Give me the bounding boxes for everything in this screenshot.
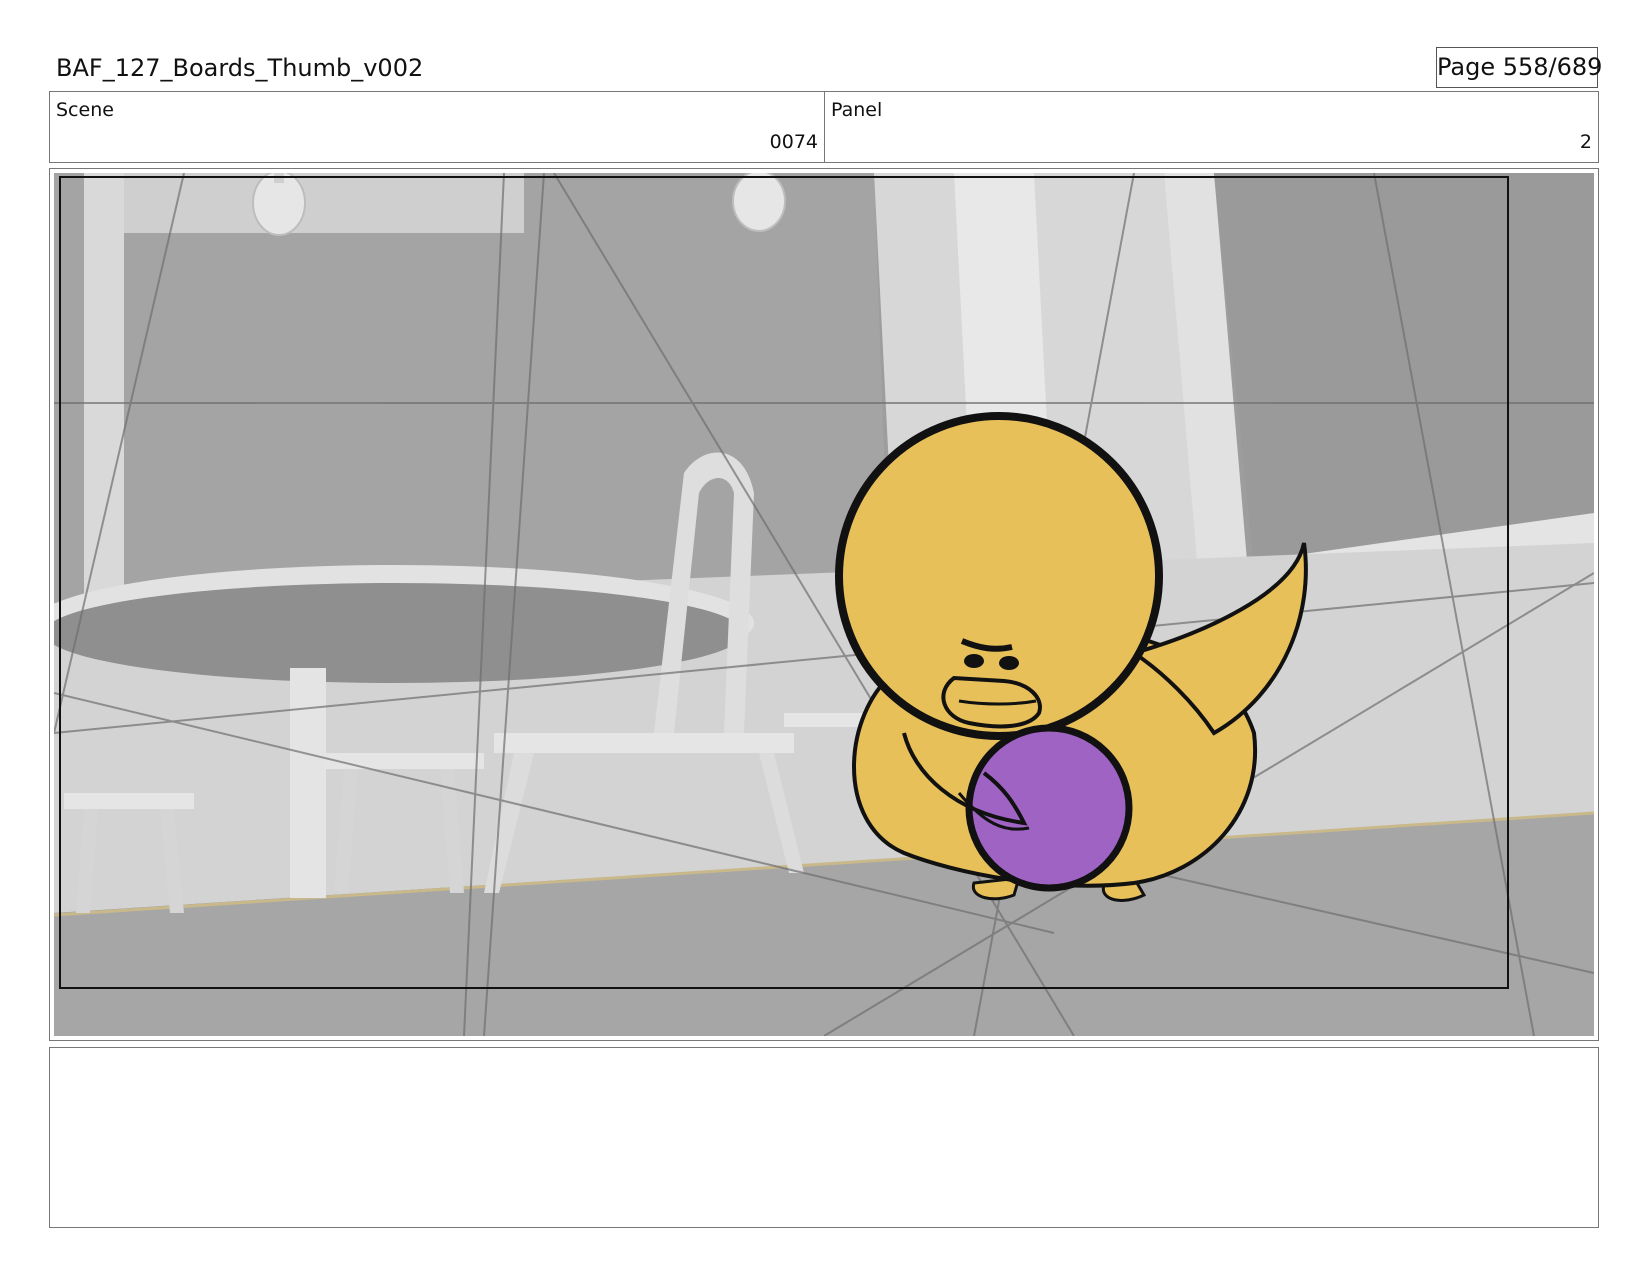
storyboard-illustration (54, 173, 1594, 1036)
page-indicator: Page 558/689 (1436, 47, 1602, 88)
panel-number: 2 (1579, 131, 1592, 153)
scene-panel-info-row: Scene 0074 Panel 2 (49, 91, 1599, 163)
panel-cell: Panel 2 (825, 92, 1598, 162)
document-title: BAF_127_Boards_Thumb_v002 (56, 54, 424, 82)
scene-label: Scene (56, 99, 114, 121)
panel-label: Panel (831, 99, 883, 121)
storyboard-image (54, 173, 1594, 1036)
notes-area (49, 1047, 1599, 1228)
scene-cell: Scene 0074 (50, 92, 825, 162)
storyboard-frame (49, 168, 1599, 1041)
scene-number: 0074 (769, 131, 818, 153)
